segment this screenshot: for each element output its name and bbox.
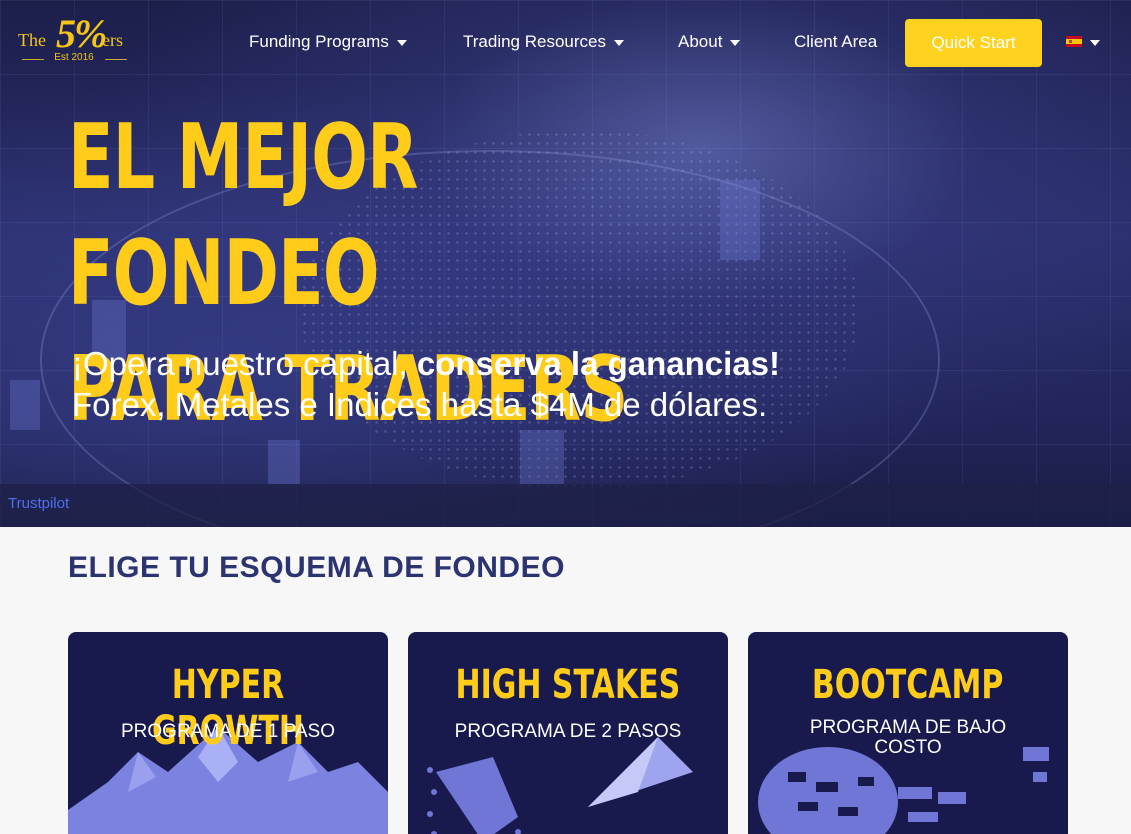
chevron-down-icon: [1090, 39, 1100, 46]
programs-section-title: ELIGE TU ESQUEMA DE FONDEO: [68, 551, 565, 584]
nav-about[interactable]: About: [678, 32, 741, 52]
program-card-hyper-growth[interactable]: HYPER GROWTH PROGRAMA DE 1 PASO: [68, 632, 388, 834]
card-subtitle: PROGRAMA DE 2 PASOS: [454, 721, 682, 742]
nav-funding-programs[interactable]: Funding Programs: [249, 32, 407, 52]
candle-decoration: [720, 180, 760, 260]
nav-client-area-label: Client Area: [794, 32, 878, 51]
quick-start-button[interactable]: Quick Start: [905, 19, 1042, 67]
nav-about-label: About: [678, 32, 723, 51]
card-title: BOOTCAMP: [812, 662, 1004, 708]
nav-trading-resources-label: Trading Resources: [463, 32, 606, 51]
hero-subheadline-regular: ¡Opera nuestro capital,: [72, 345, 417, 382]
card-title: HIGH STAKES: [455, 662, 681, 708]
logo-five-percent: 5%: [56, 11, 107, 56]
spain-flag-icon: [1066, 36, 1082, 47]
card-subtitle: PROGRAMA DE BAJO COSTO: [809, 717, 1007, 758]
logo-the: The: [18, 30, 46, 50]
logo-divider-right: [105, 59, 127, 60]
trustpilot-link[interactable]: Trustpilot: [8, 495, 69, 512]
the5ers-logo[interactable]: The 5% ers Est 2016: [18, 11, 133, 66]
nav-client-area[interactable]: Client Area: [794, 32, 877, 52]
program-card-high-stakes[interactable]: HIGH STAKES PROGRAMA DE 2 PASOS: [408, 632, 728, 834]
language-selector[interactable]: [1066, 36, 1100, 47]
chevron-down-icon: [396, 40, 407, 46]
hero-subheadline: ¡Opera nuestro capital, conserva la gana…: [72, 345, 780, 383]
nav-trading-resources[interactable]: Trading Resources: [463, 32, 624, 52]
top-navigation: The 5% ers Est 2016 Funding Programs Tra…: [0, 0, 1131, 84]
candle-decoration: [10, 380, 40, 430]
hero-markets-line: Forex, Metales e Indices hasta $4M de dó…: [72, 386, 768, 423]
chevron-down-icon: [730, 40, 741, 46]
logo-ers: ers: [102, 30, 123, 50]
hero-headline-line-1: EL MEJOR FONDEO: [68, 105, 418, 326]
hero-subheadline-bold: conserva la ganancias!: [416, 345, 781, 382]
logo-established: Est 2016: [54, 52, 94, 63]
hero-bottom-band: [0, 484, 1131, 527]
nav-funding-programs-label: Funding Programs: [249, 32, 389, 51]
card-subtitle: PROGRAMA DE 1 PASO: [121, 721, 335, 742]
program-card-bootcamp[interactable]: BOOTCAMP PROGRAMA DE BAJO COSTO: [748, 632, 1068, 834]
chevron-down-icon: [614, 40, 624, 46]
